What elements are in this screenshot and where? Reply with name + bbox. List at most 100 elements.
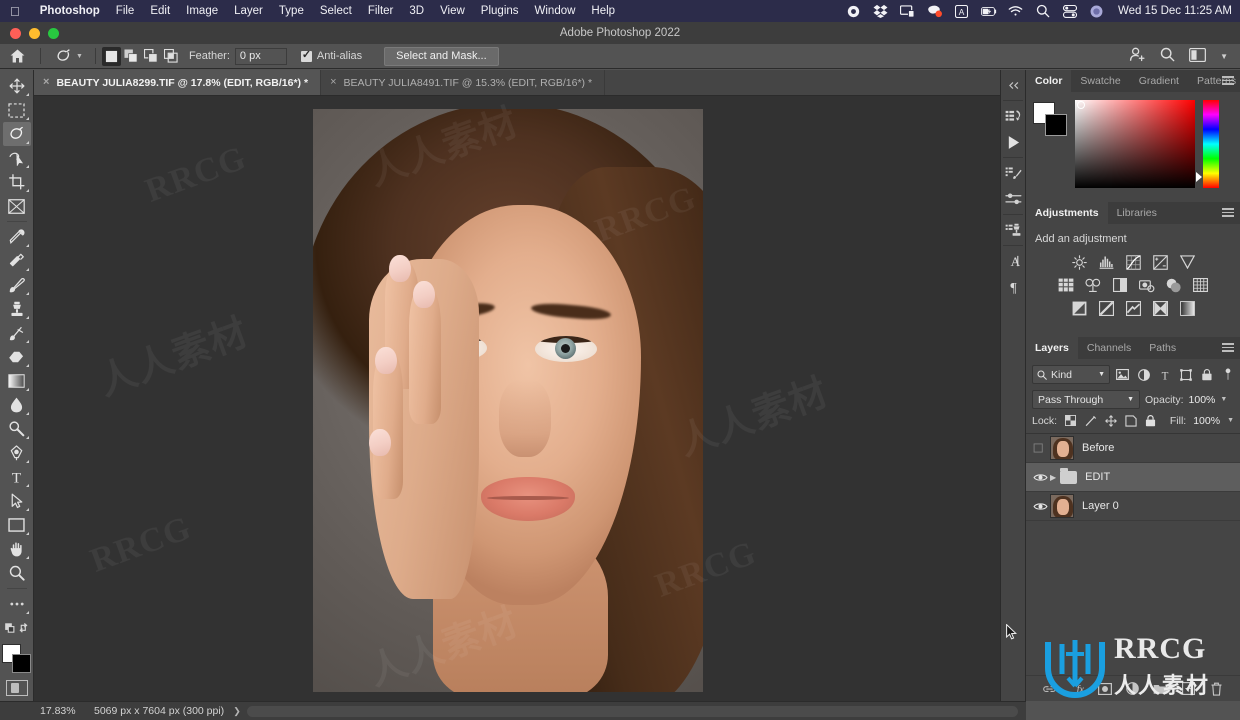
chevron-down-icon[interactable]: ▼ bbox=[1098, 371, 1105, 378]
menu-item-photoshop[interactable]: Photoshop bbox=[32, 5, 108, 17]
siri-icon[interactable] bbox=[1089, 4, 1105, 19]
new-selection-button[interactable] bbox=[101, 46, 121, 66]
brush-tool[interactable] bbox=[3, 273, 31, 297]
chevron-down-icon[interactable]: ▼ bbox=[76, 53, 83, 60]
app-badge-icon[interactable] bbox=[927, 4, 943, 19]
menu-item-plugins[interactable]: Plugins bbox=[473, 5, 527, 17]
tab-paths[interactable]: Paths bbox=[1140, 337, 1185, 359]
intersect-with-selection-button[interactable] bbox=[162, 47, 181, 66]
crop-tool[interactable] bbox=[3, 170, 31, 194]
color-panel-swatches[interactable] bbox=[1033, 102, 1067, 136]
fill-value[interactable]: 100% bbox=[1193, 415, 1220, 427]
filter-adjustment-icon[interactable] bbox=[1137, 368, 1150, 381]
layer-thumbnail[interactable] bbox=[1050, 494, 1074, 518]
zoom-level[interactable]: 17.83% bbox=[0, 705, 94, 717]
lasso-tool[interactable] bbox=[2, 122, 31, 146]
opacity-value[interactable]: 100% bbox=[1189, 394, 1216, 406]
subtract-from-selection-button[interactable] bbox=[142, 47, 161, 66]
eraser-tool[interactable] bbox=[3, 345, 31, 369]
lock-all-icon[interactable] bbox=[1144, 414, 1157, 427]
collapse-panels-icon[interactable] bbox=[1001, 72, 1025, 98]
hand-tool[interactable] bbox=[3, 537, 31, 561]
eyedropper-tool[interactable] bbox=[3, 225, 31, 249]
canvas-area[interactable]: RRCG RRCG RRCG RRCG 人人素材 人人素材 人人素材 人人素材 bbox=[34, 96, 1012, 701]
menu-item-type[interactable]: Type bbox=[271, 5, 312, 17]
horizontal-scrollbar[interactable] bbox=[246, 705, 1018, 717]
apple-logo-icon[interactable]:  bbox=[10, 5, 20, 18]
wifi-icon[interactable] bbox=[1008, 4, 1024, 19]
filter-enable-toggle[interactable] bbox=[1221, 368, 1234, 381]
filter-shape-icon[interactable] bbox=[1179, 368, 1192, 381]
paragraph-panel-icon[interactable]: ¶ bbox=[1001, 274, 1025, 300]
actions-play-icon[interactable] bbox=[1001, 129, 1025, 155]
menu-item-edit[interactable]: Edit bbox=[142, 5, 178, 17]
color-lookup-icon[interactable] bbox=[1192, 277, 1209, 293]
keyboard-layout-icon[interactable]: A bbox=[954, 4, 970, 19]
layer-name[interactable]: EDIT bbox=[1085, 471, 1110, 483]
antialias-checkbox[interactable] bbox=[300, 48, 312, 62]
menu-item-view[interactable]: View bbox=[432, 5, 473, 17]
tab-adjustments[interactable]: Adjustments bbox=[1026, 202, 1108, 224]
close-icon[interactable]: × bbox=[330, 77, 336, 88]
close-icon[interactable]: × bbox=[43, 77, 49, 88]
record-icon[interactable] bbox=[846, 4, 862, 19]
layer-thumbnail[interactable] bbox=[1050, 436, 1074, 460]
filter-pixel-icon[interactable] bbox=[1116, 368, 1129, 381]
pen-tool[interactable] bbox=[3, 441, 31, 465]
menu-item-image[interactable]: Image bbox=[178, 5, 226, 17]
add-to-selection-button[interactable] bbox=[122, 47, 141, 66]
layer-name[interactable]: Before bbox=[1082, 442, 1114, 454]
spot-healing-brush-tool[interactable] bbox=[3, 249, 31, 273]
color-picker-field[interactable] bbox=[1075, 100, 1195, 188]
document-image[interactable] bbox=[313, 109, 703, 692]
history-panel-icon[interactable] bbox=[1001, 103, 1025, 129]
workspace-layout-icon[interactable] bbox=[1189, 47, 1207, 65]
menu-item-help[interactable]: Help bbox=[583, 5, 623, 17]
edit-toolbar-more-icon[interactable] bbox=[3, 592, 31, 616]
blur-tool[interactable] bbox=[3, 393, 31, 417]
color-swatches[interactable] bbox=[1, 644, 32, 674]
new-layer-icon[interactable] bbox=[1181, 681, 1196, 696]
selective-color-icon[interactable] bbox=[1152, 300, 1169, 316]
menu-item-filter[interactable]: Filter bbox=[360, 5, 402, 17]
layer-row-edit[interactable]: ▶ EDIT bbox=[1026, 463, 1240, 492]
history-brush-tool[interactable] bbox=[3, 321, 31, 345]
hue-ramp-slider[interactable] bbox=[1196, 100, 1219, 188]
home-icon[interactable] bbox=[0, 49, 34, 63]
tab-layers[interactable]: Layers bbox=[1026, 337, 1078, 359]
layer-name[interactable]: Layer 0 bbox=[1082, 500, 1119, 512]
chevron-down-icon[interactable]: ▼ bbox=[1127, 396, 1134, 403]
menu-item-file[interactable]: File bbox=[108, 5, 143, 17]
hue-slider-handle[interactable] bbox=[1196, 172, 1202, 182]
tab-color[interactable]: Color bbox=[1026, 70, 1072, 92]
lock-image-pixels-icon[interactable] bbox=[1084, 414, 1097, 427]
chevron-right-icon[interactable]: ▶ bbox=[1050, 473, 1056, 482]
lock-transparent-pixels-icon[interactable] bbox=[1064, 414, 1077, 427]
clone-source-icon[interactable] bbox=[1001, 217, 1025, 243]
menu-item-layer[interactable]: Layer bbox=[226, 5, 271, 17]
character-panel-icon[interactable]: A bbox=[1001, 248, 1025, 274]
antialias-toggle[interactable]: Anti-alias bbox=[300, 48, 362, 62]
object-selection-tool[interactable] bbox=[3, 146, 31, 170]
layer-visibility-toggle[interactable] bbox=[1030, 472, 1050, 483]
exposure-icon[interactable] bbox=[1152, 254, 1169, 270]
filter-smart-object-icon[interactable] bbox=[1200, 368, 1213, 381]
clone-stamp-tool[interactable] bbox=[3, 297, 31, 321]
search-icon[interactable] bbox=[1160, 47, 1175, 65]
background-color-swatch[interactable] bbox=[11, 654, 31, 673]
dodge-tool[interactable] bbox=[3, 417, 31, 441]
link-layers-icon[interactable] bbox=[1042, 681, 1057, 696]
gradient-map-icon[interactable] bbox=[1179, 300, 1196, 316]
chevron-down-icon[interactable]: ▼ bbox=[1220, 52, 1228, 61]
color-balance-icon[interactable] bbox=[1084, 277, 1101, 293]
menu-item-3d[interactable]: 3D bbox=[401, 5, 432, 17]
menu-item-select[interactable]: Select bbox=[312, 5, 360, 17]
type-tool[interactable]: T bbox=[3, 465, 31, 489]
display-icon[interactable] bbox=[900, 4, 916, 19]
spotlight-search-icon[interactable] bbox=[1035, 4, 1051, 19]
invert-icon[interactable] bbox=[1071, 300, 1088, 316]
document-tab-inactive[interactable]: × BEAUTY JULIA8491.TIF @ 15.3% (EDIT, RG… bbox=[321, 70, 606, 95]
color-picker-marker[interactable] bbox=[1077, 101, 1085, 109]
channel-mixer-icon[interactable] bbox=[1165, 277, 1182, 293]
path-selection-tool[interactable] bbox=[3, 489, 31, 513]
